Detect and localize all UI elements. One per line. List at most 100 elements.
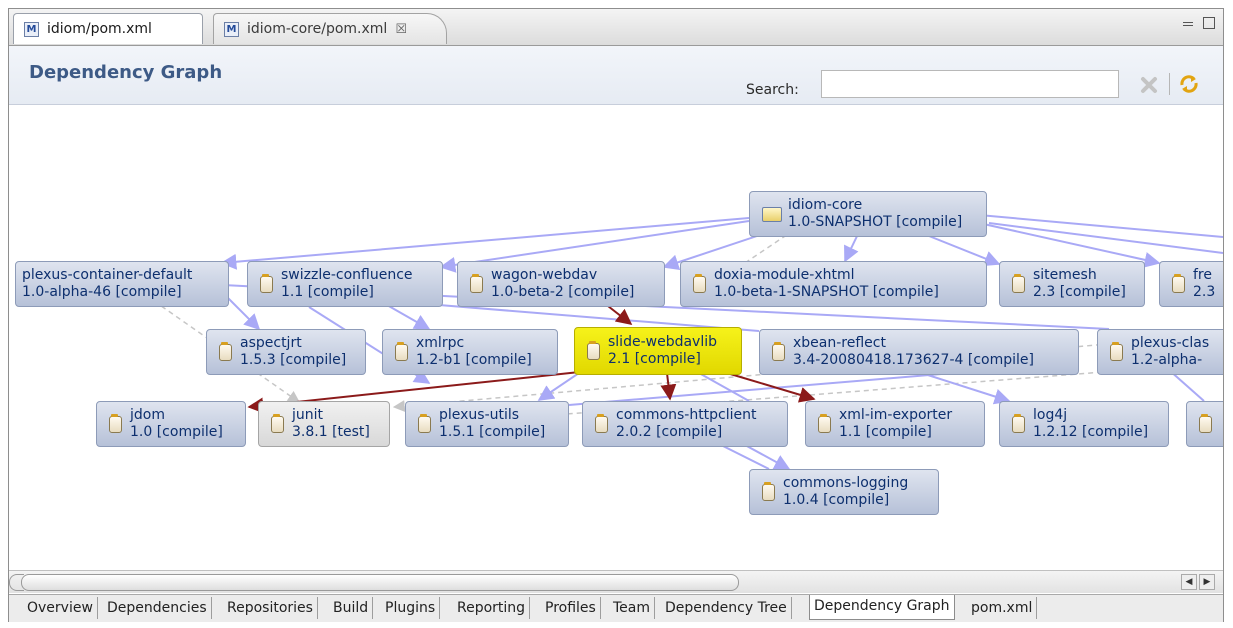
close-tab-icon[interactable]: ☒ (395, 22, 407, 37)
page-title: Dependency Graph (29, 62, 223, 83)
node-plexus-clas-truncated[interactable]: plexus-clas 1.2-alpha- (1097, 329, 1223, 375)
node-idiom-core[interactable]: idiom-core 1.0-SNAPSHOT [compile] (749, 191, 987, 237)
node-version: 1.2-alpha- (1131, 352, 1203, 368)
jar-icon (1012, 413, 1025, 433)
tab-dependency-tree[interactable]: Dependency Tree (661, 597, 792, 619)
node-version: 1.0-SNAPSHOT [compile] (788, 214, 963, 230)
node-junit[interactable]: junit 3.8.1 [test] (258, 401, 390, 447)
node-aspectjrt[interactable]: aspectjrt 1.5.3 [compile] (206, 329, 366, 375)
tab-dependencies[interactable]: Dependencies (103, 597, 212, 619)
node-version: 2.3 (1193, 284, 1216, 300)
node-wagon-webdav[interactable]: wagon-webdav 1.0-beta-2 [compile] (457, 261, 665, 307)
node-plexus-utils[interactable]: plexus-utils 1.5.1 [compile] (405, 401, 569, 447)
jar-icon (271, 413, 284, 433)
toolbar-divider (1169, 73, 1170, 95)
node-fre-truncated[interactable]: fre 2.3 (1159, 261, 1223, 307)
node-sitemesh[interactable]: sitemesh 2.3 [compile] (999, 261, 1145, 307)
jar-icon (762, 481, 775, 501)
node-version: 1.0-beta-1-SNAPSHOT [compile] (714, 284, 939, 300)
node-jdom[interactable]: jdom 1.0 [compile] (96, 401, 246, 447)
tab-plugins[interactable]: Plugins (381, 597, 441, 619)
jar-icon (1110, 341, 1123, 361)
node-name: plexus-container-default (22, 267, 193, 283)
node-version: 1.5.1 [compile] (439, 424, 546, 440)
tab-repositories[interactable]: Repositories (223, 597, 318, 619)
jar-icon (260, 273, 273, 293)
tab-profiles[interactable]: Profiles (541, 597, 601, 619)
node-version: 2.3 [compile] (1033, 284, 1126, 300)
node-name: plexus-clas (1131, 335, 1210, 351)
editor-tab-label: idiom-core/pom.xml (247, 21, 388, 37)
scroll-arrows: ◀ ▶ (1181, 574, 1215, 590)
scroll-left-icon[interactable]: ◀ (1181, 574, 1197, 590)
node-doxia-module-xhtml[interactable]: doxia-module-xhtml 1.0-beta-1-SNAPSHOT [c… (680, 261, 987, 307)
jar-icon (587, 340, 600, 360)
node-version: 1.2-b1 [compile] (416, 352, 532, 368)
editor-page-tabs: Overview Dependencies Repositories Build… (9, 594, 1223, 622)
node-version: 1.0 [compile] (130, 424, 223, 440)
jar-icon (1012, 273, 1025, 293)
tab-overview[interactable]: Overview (23, 597, 98, 619)
window-controls (1183, 17, 1215, 29)
minimize-icon[interactable] (1183, 17, 1195, 29)
node-name: fre (1193, 267, 1212, 283)
jar-icon (772, 341, 785, 361)
tab-team[interactable]: Team (609, 597, 656, 619)
node-name: swizzle-confluence (281, 267, 413, 283)
node-swizzle-confluence[interactable]: swizzle-confluence 1.1 [compile] (247, 261, 443, 307)
jar-icon (1199, 413, 1212, 433)
editor-tab-label: idiom/pom.xml (47, 21, 152, 37)
node-version: 1.0-beta-2 [compile] (491, 284, 635, 300)
tab-build[interactable]: Build (329, 597, 374, 619)
scroll-thumb[interactable] (21, 574, 739, 591)
node-version: 2.1 [compile] (608, 351, 701, 367)
node-cut-off[interactable] (1186, 401, 1223, 447)
jar-icon (693, 273, 706, 293)
jar-icon (418, 413, 431, 433)
node-commons-logging[interactable]: commons-logging 1.0.4 [compile] (749, 469, 939, 515)
jar-icon (470, 273, 483, 293)
jar-icon (595, 413, 608, 433)
pom-editor-window: M idiom/pom.xml M idiom-core/pom.xml ☒ D… (8, 8, 1224, 622)
node-xbean-reflect[interactable]: xbean-reflect 3.4-20080418.173627-4 [comp… (759, 329, 1079, 375)
node-slide-webdavlib[interactable]: slide-webdavlib 2.1 [compile] (574, 327, 742, 375)
node-xml-im-exporter[interactable]: xml-im-exporter 1.1 [compile] (805, 401, 985, 447)
refresh-icon[interactable] (1177, 72, 1201, 96)
jar-icon (109, 413, 122, 433)
maximize-icon[interactable] (1203, 17, 1215, 29)
tab-reporting[interactable]: Reporting (453, 597, 531, 619)
node-name: jdom (130, 407, 165, 423)
horizontal-scrollbar[interactable]: ◀ ▶ (9, 570, 1223, 593)
scroll-right-icon[interactable]: ▶ (1199, 574, 1215, 590)
maven-pom-icon: M (24, 21, 39, 37)
node-name: commons-logging (783, 475, 909, 491)
node-version: 3.8.1 [test] (292, 424, 370, 440)
node-version: 1.1 [compile] (839, 424, 932, 440)
node-version: 1.0.4 [compile] (783, 492, 890, 508)
search-input[interactable] (821, 70, 1119, 98)
dependency-graph-canvas[interactable]: idiom-core 1.0-SNAPSHOT [compile] plexus-… (9, 105, 1223, 570)
node-name: junit (292, 407, 324, 423)
jar-icon (1172, 273, 1185, 293)
node-name: xbean-reflect (793, 335, 886, 351)
node-name: wagon-webdav (491, 267, 598, 283)
tab-dependency-graph[interactable]: Dependency Graph (809, 595, 955, 620)
editor-tab-idiom-pom[interactable]: M idiom/pom.xml (13, 13, 203, 44)
node-xmlrpc[interactable]: xmlrpc 1.2-b1 [compile] (382, 329, 558, 375)
node-name: aspectjrt (240, 335, 302, 351)
node-name: plexus-utils (439, 407, 520, 423)
node-name: doxia-module-xhtml (714, 267, 855, 283)
node-log4j[interactable]: log4j 1.2.12 [compile] (999, 401, 1169, 447)
node-version: 2.0.2 [compile] (616, 424, 723, 440)
jar-icon (818, 413, 831, 433)
node-version: 1.5.3 [compile] (240, 352, 347, 368)
node-name: xml-im-exporter (839, 407, 953, 423)
node-commons-httpclient[interactable]: commons-httpclient 2.0.2 [compile] (582, 401, 788, 447)
editor-tab-idiom-core-pom[interactable]: M idiom-core/pom.xml ☒ (213, 13, 447, 44)
node-plexus-container-default[interactable]: plexus-container-default 1.0-alpha-46 [co… (15, 261, 229, 307)
project-folder-icon (762, 206, 782, 222)
maven-pom-icon: M (224, 21, 239, 37)
node-name: slide-webdavlib (608, 334, 717, 350)
clear-search-icon[interactable] (1140, 76, 1158, 94)
tab-pom-xml[interactable]: pom.xml (967, 597, 1038, 619)
